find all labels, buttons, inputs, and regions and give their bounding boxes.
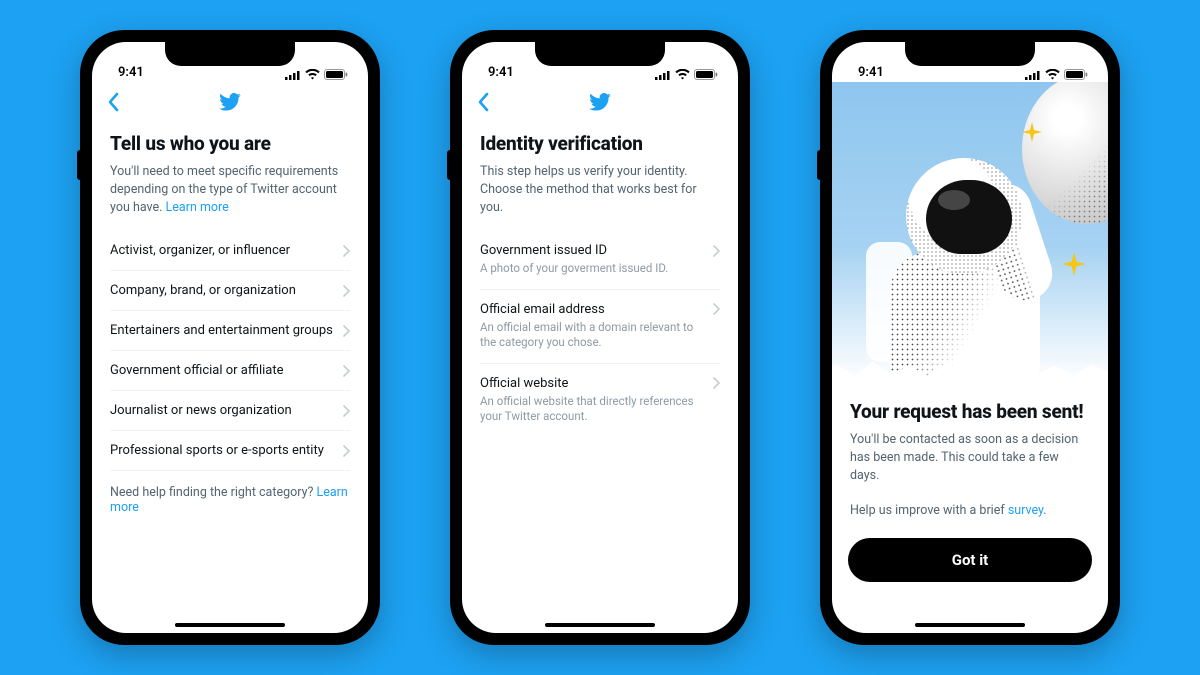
row-label: Official email address: [480, 302, 605, 317]
wifi-icon: [305, 69, 320, 80]
page-title: Identity verification: [480, 132, 720, 155]
cellular-signal-icon: [285, 70, 301, 80]
status-time: 9:41: [858, 65, 884, 80]
row-subtext: An official website that directly refere…: [480, 394, 720, 425]
nav-bar: [92, 82, 368, 122]
status-bar: 9:41: [832, 42, 1108, 82]
astronaut-illustration: [848, 132, 1048, 382]
help-before: Help us improve with a brief: [850, 503, 1008, 518]
category-company[interactable]: Company, brand, or organization: [110, 271, 350, 311]
row-subtext: A photo of your goverment issued ID.: [480, 261, 720, 277]
chevron-right-icon: [342, 245, 350, 257]
status-right: [1025, 69, 1088, 80]
got-it-button[interactable]: Got it: [848, 538, 1092, 582]
battery-icon: [1064, 69, 1088, 80]
row-label: Official website: [480, 376, 568, 391]
content-area: Identity verification This step helps us…: [462, 122, 738, 633]
category-activist[interactable]: Activist, organizer, or influencer: [110, 231, 350, 271]
option-official-email[interactable]: Official email address An official email…: [480, 290, 720, 364]
status-right: [655, 69, 718, 80]
row-label: Government official or affiliate: [110, 363, 284, 378]
page-title: Your request has been sent!: [850, 400, 1090, 423]
helper-text: Need help finding the right category? Le…: [110, 485, 350, 515]
home-indicator: [175, 623, 285, 627]
row-subtext: An official email with a domain relevant…: [480, 320, 720, 351]
verification-option-list: Government issued ID A photo of your gov…: [480, 231, 720, 437]
survey-help-text: Help us improve with a brief survey.: [850, 503, 1090, 518]
chevron-right-icon: [342, 325, 350, 337]
cellular-signal-icon: [655, 70, 671, 80]
status-time: 9:41: [488, 65, 514, 80]
hero-illustration: [832, 82, 1108, 382]
row-label: Government issued ID: [480, 243, 607, 258]
page-lead: You'll be contacted as soon as a decisio…: [850, 431, 1090, 485]
phone-frame-1: 9:41: [80, 30, 380, 645]
phone-screen-3: 9:41 Your req: [832, 42, 1108, 633]
chevron-right-icon: [342, 365, 350, 377]
help-after: .: [1043, 503, 1046, 518]
page-title: Tell us who you are: [110, 132, 350, 155]
row-label: Professional sports or e-sports entity: [110, 443, 324, 458]
learn-more-link[interactable]: Learn more: [166, 200, 229, 215]
chevron-right-icon: [712, 245, 720, 257]
chevron-right-icon: [712, 303, 720, 315]
category-journalist[interactable]: Journalist or news organization: [110, 391, 350, 431]
category-entertainers[interactable]: Entertainers and entertainment groups: [110, 311, 350, 351]
option-official-website[interactable]: Official website An official website tha…: [480, 364, 720, 437]
status-right: [285, 69, 348, 80]
survey-link[interactable]: survey: [1008, 503, 1043, 518]
page-lead: This step helps us verify your identity.…: [480, 163, 720, 217]
battery-icon: [694, 69, 718, 80]
content-area: Tell us who you are You'll need to meet …: [92, 122, 368, 633]
cellular-signal-icon: [1025, 70, 1041, 80]
back-button[interactable]: [106, 92, 120, 112]
row-label: Journalist or news organization: [110, 403, 292, 418]
status-bar: 9:41: [92, 42, 368, 82]
row-label: Entertainers and entertainment groups: [110, 323, 333, 338]
phone-frame-2: 9:41 Identity verification This step hel…: [450, 30, 750, 645]
page-lead: You'll need to meet specific requirement…: [110, 163, 350, 217]
category-list: Activist, organizer, or influencer Compa…: [110, 231, 350, 471]
twitter-bird-icon: [219, 93, 241, 111]
status-time: 9:41: [118, 65, 144, 80]
category-government[interactable]: Government official or affiliate: [110, 351, 350, 391]
battery-icon: [324, 69, 348, 80]
helper-before: Need help finding the right category?: [110, 485, 317, 500]
sparkle-icon: [1062, 252, 1086, 276]
row-label: Company, brand, or organization: [110, 283, 296, 298]
category-sports[interactable]: Professional sports or e-sports entity: [110, 431, 350, 471]
wifi-icon: [1045, 69, 1060, 80]
row-label: Activist, organizer, or influencer: [110, 243, 290, 258]
phone-screen-1: 9:41: [92, 42, 368, 633]
content-area: Your request has been sent! You'll be co…: [832, 382, 1108, 518]
chevron-right-icon: [342, 445, 350, 457]
nav-bar: [462, 82, 738, 122]
phone-screen-2: 9:41 Identity verification This step hel…: [462, 42, 738, 633]
chevron-right-icon: [712, 377, 720, 389]
phone-frame-3: 9:41 Your req: [820, 30, 1120, 645]
back-button[interactable]: [476, 92, 490, 112]
home-indicator: [545, 623, 655, 627]
status-bar: 9:41: [462, 42, 738, 82]
chevron-right-icon: [342, 285, 350, 297]
wifi-icon: [675, 69, 690, 80]
twitter-bird-icon: [589, 93, 611, 111]
option-government-id[interactable]: Government issued ID A photo of your gov…: [480, 231, 720, 290]
chevron-right-icon: [342, 405, 350, 417]
home-indicator: [915, 623, 1025, 627]
stage: 9:41: [0, 0, 1200, 675]
